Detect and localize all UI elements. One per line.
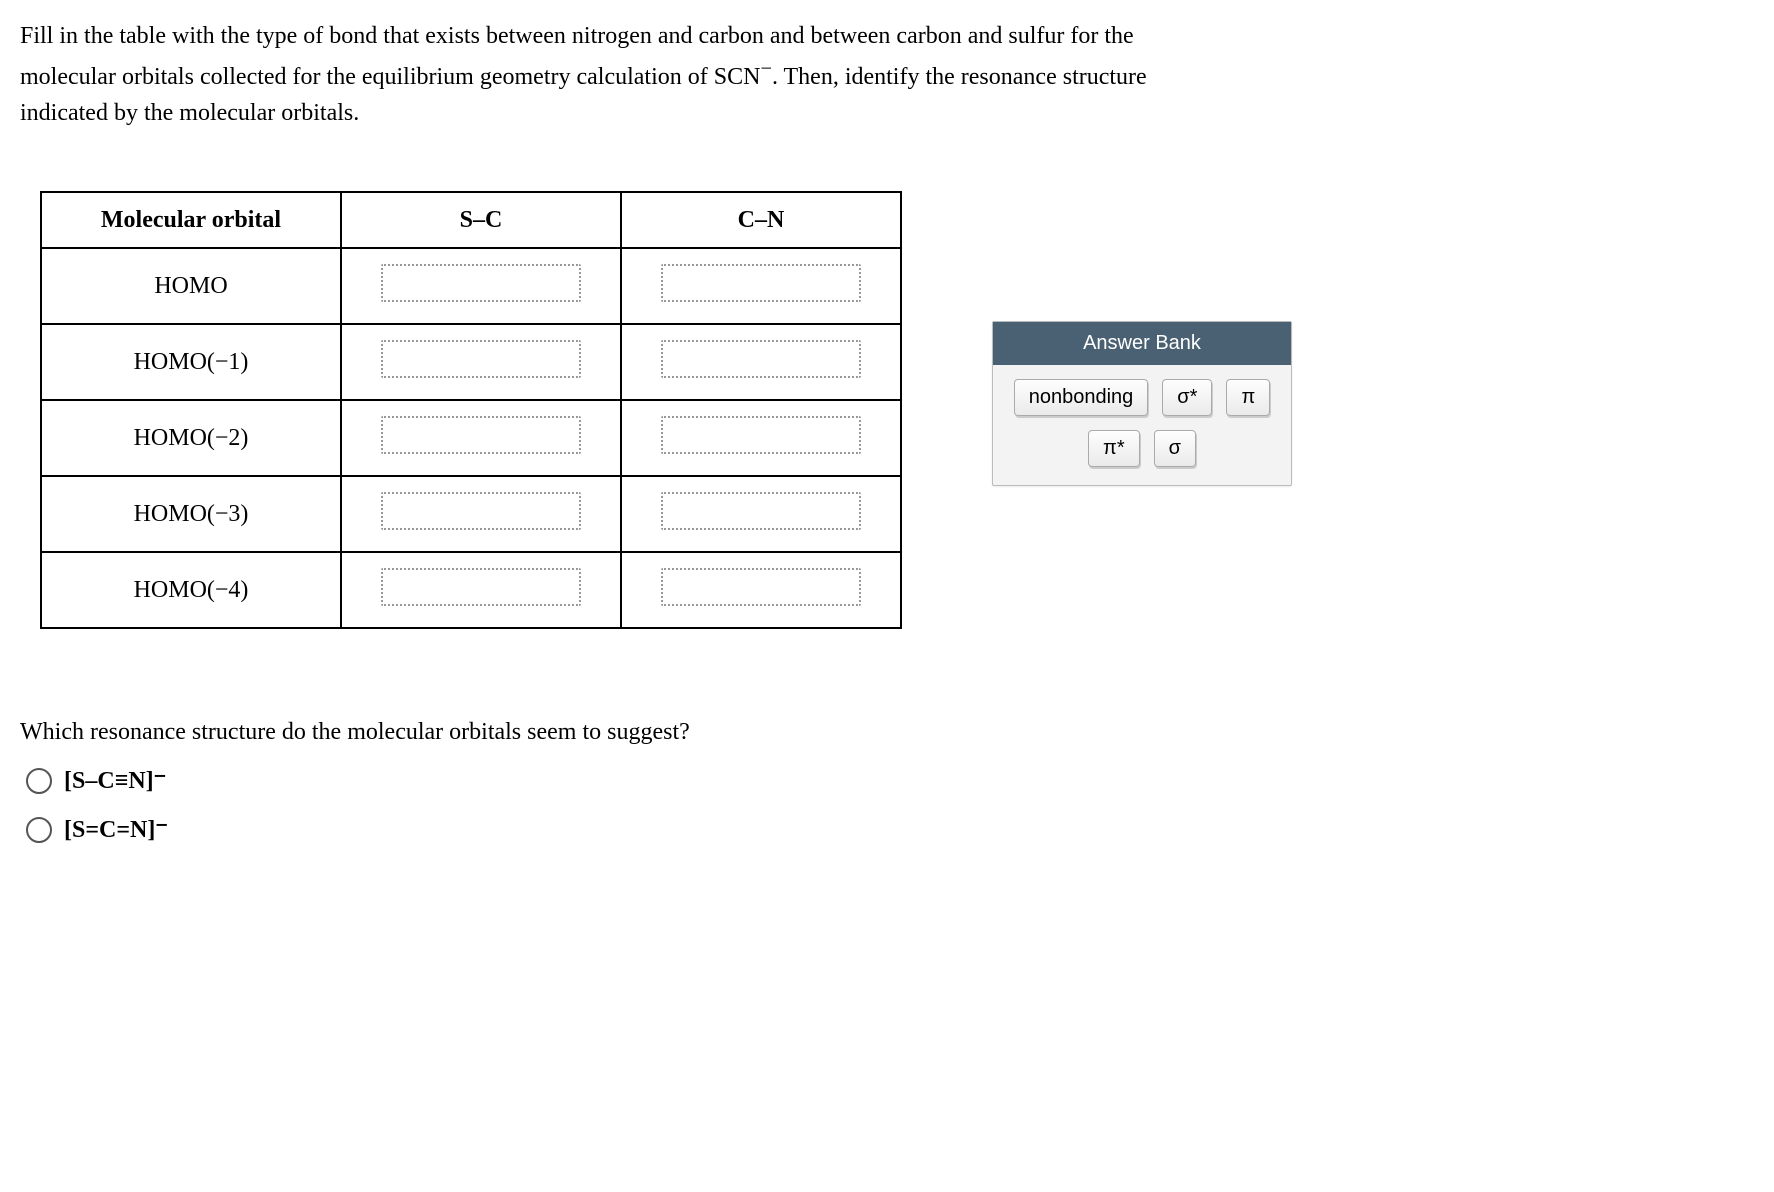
drop-slot-sc-homo-1[interactable] [381,340,581,378]
bank-item-nonbonding[interactable]: nonbonding [1014,379,1149,416]
drop-slot-sc-homo[interactable] [381,264,581,302]
option-row-2[interactable]: [S=C=N]⁻ [26,815,1754,844]
drop-slot-cn-homo-4[interactable] [661,568,861,606]
table-row: HOMO [41,248,901,324]
radio-icon[interactable] [26,768,52,794]
scn-superscript: − [760,58,772,80]
bank-item-pi[interactable]: π [1226,379,1270,416]
table-header-sc: S–C [341,192,621,248]
table-row: HOMO(−3) [41,476,901,552]
prompt-line3: indicated by the molecular orbitals. [20,100,359,126]
table-row: HOMO(−1) [41,324,901,400]
resonance-question: Which resonance structure do the molecul… [20,719,1754,746]
drop-slot-cn-homo-2[interactable] [661,416,861,454]
prompt-line2b: . Then, identify the resonance structure [772,64,1147,90]
bank-item-sigma[interactable]: σ [1154,430,1196,467]
bank-item-pi-star[interactable]: π* [1088,430,1140,467]
prompt-line1: Fill in the table with the type of bond … [20,23,1134,49]
drop-slot-sc-homo-4[interactable] [381,568,581,606]
radio-icon[interactable] [26,817,52,843]
option-row-1[interactable]: [S–C≡N]⁻ [26,766,1754,795]
table-row: HOMO(−2) [41,400,901,476]
answer-bank-title: Answer Bank [993,322,1291,365]
table-row: HOMO(−4) [41,552,901,628]
mo-label: HOMO(−1) [41,324,341,400]
molecular-orbital-table: Molecular orbital S–C C–N HOMO HOMO(−1) … [40,191,902,629]
answer-bank-body: nonbonding σ* π π* σ [993,365,1291,485]
drop-slot-cn-homo-3[interactable] [661,492,861,530]
option-label-1: [S–C≡N]⁻ [64,766,166,795]
table-header-mo: Molecular orbital [41,192,341,248]
table-header-cn: C–N [621,192,901,248]
mo-label: HOMO(−2) [41,400,341,476]
answer-bank: Answer Bank nonbonding σ* π π* σ [992,321,1292,486]
drop-slot-cn-homo[interactable] [661,264,861,302]
prompt-line2a: molecular orbitals collected for the equ… [20,64,760,90]
mo-label: HOMO(−4) [41,552,341,628]
drop-slot-cn-homo-1[interactable] [661,340,861,378]
drop-slot-sc-homo-2[interactable] [381,416,581,454]
bank-item-sigma-star[interactable]: σ* [1162,379,1212,416]
question-prompt: Fill in the table with the type of bond … [20,18,1754,131]
drop-slot-sc-homo-3[interactable] [381,492,581,530]
option-label-2: [S=C=N]⁻ [64,815,168,844]
mo-label: HOMO [41,248,341,324]
mo-label: HOMO(−3) [41,476,341,552]
